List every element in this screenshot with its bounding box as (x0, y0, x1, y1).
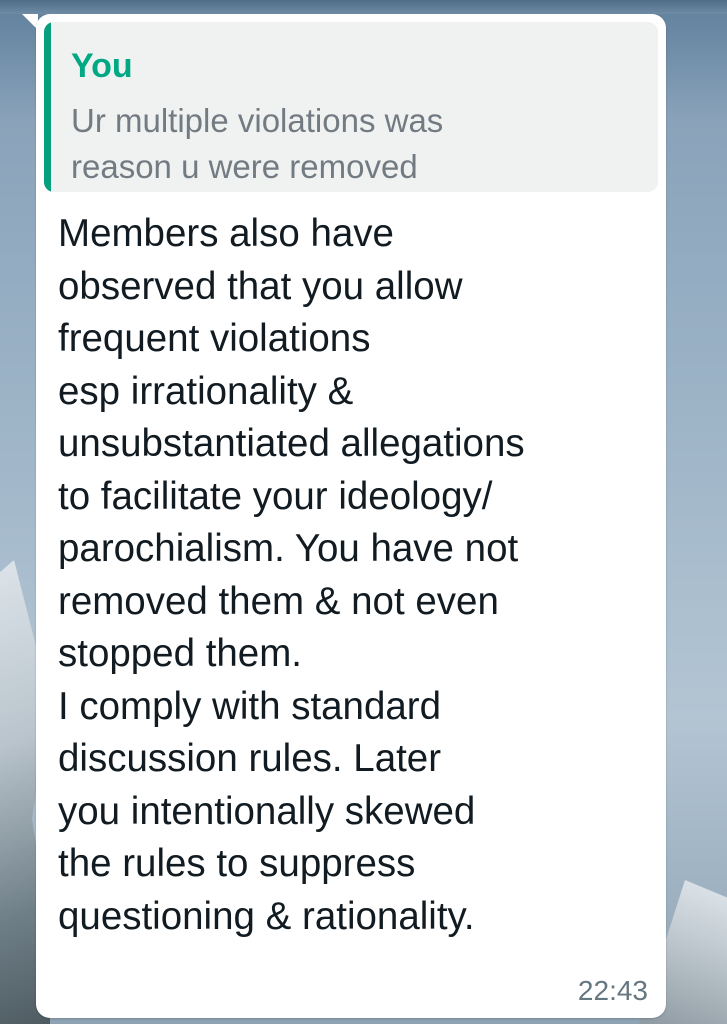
quoted-author: You (71, 47, 133, 85)
message-text: Members also have observed that you allo… (58, 212, 525, 938)
quoted-text: Ur multiple violations was reason u were… (71, 102, 444, 185)
quote-accent-bar (44, 22, 51, 192)
wallpaper-top-strip (0, 0, 727, 14)
message-timestamp: 22:43 (577, 975, 648, 1006)
incoming-message-bubble[interactable]: You Ur multiple violations was reason u … (36, 14, 666, 1018)
quoted-reply[interactable]: You Ur multiple violations was reason u … (44, 22, 658, 192)
